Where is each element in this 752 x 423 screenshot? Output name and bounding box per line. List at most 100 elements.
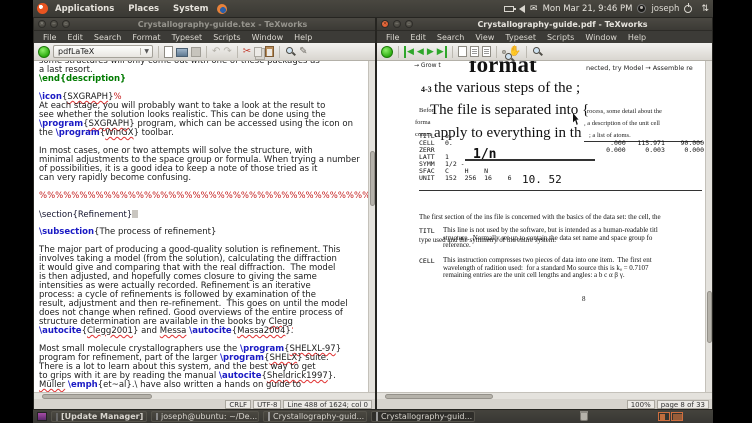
editor-hscrollbar[interactable] (34, 392, 375, 399)
editor-line[interactable]: \subsection{The process of refinement} (39, 228, 375, 237)
places-menu[interactable]: Places (121, 4, 166, 14)
close-icon[interactable]: ✕ (38, 20, 46, 28)
next-page-icon[interactable]: ▶ (427, 46, 434, 58)
menu-scripts[interactable]: Scripts (542, 33, 579, 42)
encoding-badge[interactable]: UTF-8 (253, 400, 281, 409)
menu-window[interactable]: Window (580, 33, 622, 42)
menu-typeset[interactable]: Typeset (167, 33, 208, 42)
copy-icon[interactable] (254, 47, 262, 57)
show-desktop-icon[interactable] (37, 412, 47, 421)
pdf-vscroll-thumb[interactable] (707, 291, 712, 343)
editor-line[interactable]: \autocite{Clegg2001} and Messa \autocite… (39, 327, 375, 336)
taskbar-item-texworks-tex[interactable]: Crystallography-guid... (263, 411, 367, 422)
first-page-icon[interactable]: ◀ (404, 46, 414, 58)
system-menu[interactable]: System (166, 4, 215, 14)
menu-file[interactable]: File (381, 33, 404, 42)
menu-typeset[interactable]: Typeset (500, 33, 541, 42)
editor-text-segment: Massa2004 (237, 326, 285, 336)
taskbar-item-terminal[interactable]: joseph@ubuntu: ~/De... (151, 411, 259, 422)
menu-view[interactable]: View (470, 33, 499, 42)
magnifier-tool-button[interactable] (502, 50, 506, 54)
taskbar-item-texworks-pdf[interactable]: Crystallography-guid... (371, 411, 475, 422)
minimize-icon[interactable]: − (50, 20, 58, 28)
pdf-text-fragment: forma (415, 119, 431, 126)
cut-icon[interactable]: ✂ (243, 46, 251, 58)
line-ending-badge[interactable]: CRLF (225, 400, 251, 409)
editor-titlebar[interactable]: ✕ − ▫ Crystallography-guide.tex - TeXwor… (34, 18, 375, 31)
find-icon[interactable] (532, 46, 543, 57)
menu-help[interactable]: Help (289, 33, 317, 42)
battery-icon[interactable] (504, 6, 514, 12)
trash-icon[interactable] (580, 412, 588, 421)
mail-icon[interactable]: ✉ (530, 4, 538, 14)
user-avatar-icon[interactable] (637, 4, 646, 13)
taskbar-item-update-manager[interactable]: [Update Manager] (51, 411, 147, 422)
firefox-icon[interactable] (217, 4, 227, 14)
editor-line[interactable] (39, 201, 375, 210)
editor-text-segment: \autocite (39, 326, 82, 336)
typeset-button[interactable] (381, 46, 393, 58)
pdf-titlebar[interactable]: ✕ − ▫ Crystallography-guide.pdf - TeXwor… (377, 18, 712, 31)
editor-text-segment: \subsection (39, 227, 94, 237)
user-name[interactable]: joseph (651, 4, 679, 14)
fit-window-icon[interactable] (482, 46, 491, 57)
menu-help[interactable]: Help (623, 33, 651, 42)
pdf-page[interactable]: → Grow t format nected, try Model → Asse… (377, 61, 712, 394)
editor-pane[interactable]: some structures will only come out with … (34, 61, 375, 394)
pdf-rule (419, 190, 702, 191)
undo-icon[interactable]: ↶ (212, 46, 220, 58)
volume-icon[interactable] (519, 5, 525, 13)
new-document-icon[interactable] (164, 46, 173, 58)
workspace-1[interactable] (658, 412, 670, 421)
menu-window[interactable]: Window (247, 33, 289, 42)
menu-search[interactable]: Search (89, 33, 126, 42)
close-icon[interactable]: ✕ (381, 20, 389, 28)
replace-icon[interactable]: ✎ (299, 46, 307, 58)
editor-text-segment: } toolbar. (134, 128, 174, 138)
engine-select[interactable]: pdfLaTeX ▼ (53, 45, 153, 58)
editor-line[interactable]: \end{description} (39, 75, 375, 84)
pdf-item-line: remaining entries are the unit cell leng… (443, 272, 709, 280)
open-file-icon[interactable] (176, 48, 188, 57)
typeset-button[interactable] (38, 46, 50, 58)
editor-line[interactable]: %%%%%%%%%%%%%%%%%%%%%%%%%%%%%%%%%%%%%%%%… (39, 192, 375, 201)
editor-line[interactable]: can very rapidly become confusing. (39, 174, 375, 183)
window-title: Crystallography-guide.tex - TeXworks (70, 20, 375, 29)
fit-width-icon[interactable] (470, 46, 479, 57)
editor-line[interactable]: Müller \emph{et~al}.\ have also written … (39, 381, 375, 390)
power-icon[interactable] (684, 5, 692, 13)
editor-line[interactable]: the \program{WinGX} toolbar. (39, 129, 375, 138)
pdf-item-label: TITL (419, 227, 435, 235)
pdf-toolbar: ◀ ◀ ▶ ▶ ✋ (377, 43, 712, 61)
minimize-icon[interactable]: − (393, 20, 401, 28)
cursor-position: Line 488 of 1624; col 0 (283, 400, 372, 409)
page-indicator: page 8 of 33 (657, 400, 709, 409)
menu-scripts[interactable]: Scripts (208, 33, 245, 42)
redo-icon[interactable]: ↷ (223, 46, 231, 58)
last-page-icon[interactable]: ▶ (437, 46, 447, 58)
ubuntu-logo-icon[interactable] (37, 3, 48, 14)
menu-edit[interactable]: Edit (405, 33, 431, 42)
zoom-level[interactable]: 100% (627, 400, 655, 409)
editor-line[interactable]: \section{Refinement} (39, 210, 375, 219)
maximize-icon[interactable]: ▫ (62, 20, 70, 28)
paste-icon[interactable] (265, 46, 274, 57)
find-icon[interactable] (285, 46, 296, 57)
applications-menu[interactable]: Applications (48, 4, 121, 14)
workspace-2[interactable] (671, 412, 683, 421)
editor-vscrollbar[interactable] (368, 61, 375, 394)
clock[interactable]: Mon Mar 21, 9:46 PM (543, 4, 633, 14)
menu-format[interactable]: Format (127, 33, 165, 42)
actual-size-icon[interactable] (458, 46, 467, 57)
editor-vscroll-thumb[interactable] (370, 151, 375, 206)
menu-file[interactable]: File (38, 33, 61, 42)
update-manager-icon (56, 413, 58, 421)
network-updown-icon[interactable]: ⇅ (701, 4, 709, 14)
previous-page-icon[interactable]: ◀ (417, 46, 424, 58)
save-icon[interactable] (191, 47, 201, 57)
menu-search[interactable]: Search (432, 33, 469, 42)
pdf-vscrollbar[interactable] (705, 61, 712, 394)
maximize-icon[interactable]: ▫ (405, 20, 413, 28)
menu-edit[interactable]: Edit (62, 33, 88, 42)
pdf-hscrollbar[interactable] (377, 392, 712, 399)
